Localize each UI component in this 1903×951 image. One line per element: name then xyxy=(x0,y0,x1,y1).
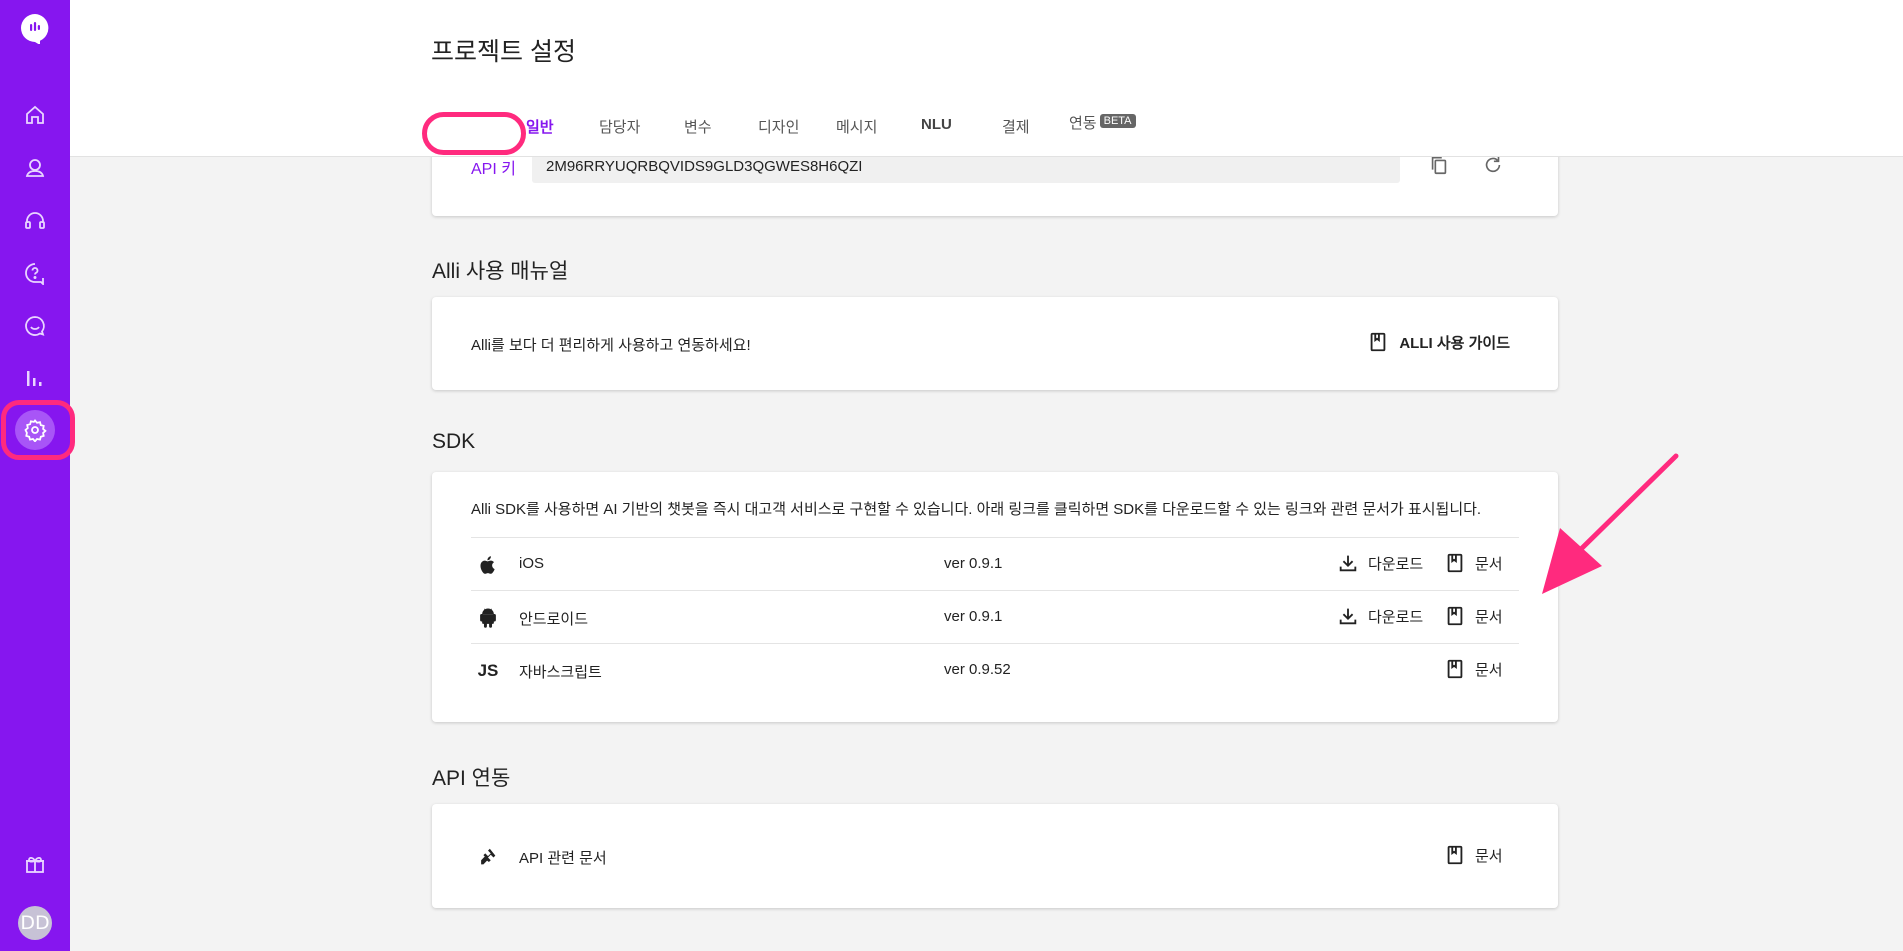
download-label: 다운로드 xyxy=(1368,608,1424,626)
download-button[interactable]: 다운로드 xyxy=(1337,552,1423,574)
android-icon xyxy=(476,606,500,630)
download-icon xyxy=(1339,555,1357,572)
alli-guide-label: ALLI 사용 가이드 xyxy=(1399,334,1510,352)
page-header: 프로젝트 설정 일반 담당자 변수 디자인 메시지 NLU 결제 연동 BETA xyxy=(70,0,1903,157)
docs-label: 문서 xyxy=(1475,661,1503,679)
sdk-section-title: SDK xyxy=(432,430,476,453)
book-icon xyxy=(1447,659,1463,679)
sdk-card: Alli SDK를 사용하면 AI 기반의 챗봇을 즉시 대고객 서비스로 구현… xyxy=(432,472,1558,722)
api-key-field[interactable]: 2M96RRYUQRBQVIDS9GLD3QGWES8H6QZI xyxy=(532,153,1400,183)
sdk-row-ios: iOS ver 0.9.1 다운로드 문서 xyxy=(471,537,1519,590)
sdk-version: ver 0.9.1 xyxy=(944,608,1003,625)
annotation-arrow xyxy=(1542,453,1679,594)
docs-button[interactable]: 문서 xyxy=(1444,605,1503,627)
tab-billing[interactable]: 결제 xyxy=(1002,116,1030,137)
sidebar: DD xyxy=(0,0,75,951)
user-icon[interactable] xyxy=(20,153,50,183)
docs-label: 문서 xyxy=(1475,555,1503,573)
tab-integration[interactable]: 연동 BETA xyxy=(1069,112,1136,133)
sdk-name: 자바스크립트 xyxy=(519,664,602,681)
sdk-name: iOS xyxy=(519,555,545,572)
book-icon xyxy=(1447,606,1463,626)
sdk-description: Alli SDK를 사용하면 AI 기반의 챗봇을 즉시 대고객 서비스로 구현… xyxy=(471,501,1482,518)
manual-section-title: Alli 사용 매뉴얼 xyxy=(432,260,569,283)
docs-label: 문서 xyxy=(1475,608,1503,626)
docs-button[interactable]: 문서 xyxy=(1444,844,1503,866)
js-icon: JS xyxy=(477,661,499,680)
docs-button[interactable]: 문서 xyxy=(1444,658,1503,680)
tab-messages[interactable]: 메시지 xyxy=(836,116,877,137)
home-icon[interactable] xyxy=(20,100,50,130)
download-icon xyxy=(1339,608,1357,625)
tab-general[interactable]: 일반 xyxy=(526,116,554,137)
page-title: 프로젝트 설정 xyxy=(431,38,576,66)
headset-icon[interactable] xyxy=(20,206,50,236)
tab-nlu[interactable]: NLU xyxy=(921,116,952,133)
docs-label: 문서 xyxy=(1475,847,1503,865)
download-button[interactable]: 다운로드 xyxy=(1337,605,1423,627)
manual-card: Alli를 보다 더 편리하게 사용하고 연동하세요! ALLI 사용 가이드 xyxy=(432,297,1558,390)
alli-logo-icon[interactable] xyxy=(19,12,51,45)
beta-badge: BETA xyxy=(1099,114,1136,128)
docs-button[interactable]: 문서 xyxy=(1444,552,1503,574)
api-key-label: API 키 xyxy=(471,161,516,178)
avatar[interactable]: DD xyxy=(18,906,52,940)
apple-icon xyxy=(476,553,500,577)
manual-text: Alli를 보다 더 편리하게 사용하고 연동하세요! xyxy=(471,337,751,354)
sdk-row-android: 안드로이드 ver 0.9.1 다운로드 문서 xyxy=(471,590,1519,643)
book-icon xyxy=(1370,332,1386,352)
tab-integration-label: 연동 xyxy=(1069,115,1097,132)
api-docs-row: API 관련 문서 문서 xyxy=(471,830,1519,883)
plug-icon xyxy=(476,845,500,869)
sdk-name: 안드로이드 xyxy=(519,611,589,628)
book-icon xyxy=(1447,845,1463,865)
help-icon[interactable] xyxy=(20,258,50,288)
api-docs-name: API 관련 문서 xyxy=(519,850,607,867)
bar-chart-icon[interactable] xyxy=(20,363,50,393)
tab-variables[interactable]: 변수 xyxy=(684,116,712,137)
tab-agents[interactable]: 담당자 xyxy=(599,116,640,137)
api-section-title: API 연동 xyxy=(432,767,511,790)
gear-icon[interactable] xyxy=(20,415,50,445)
sdk-version: ver 0.9.1 xyxy=(944,555,1003,572)
sdk-version: ver 0.9.52 xyxy=(944,661,1011,678)
tab-highlight-ring xyxy=(422,112,526,155)
chat-icon[interactable] xyxy=(20,311,50,341)
gift-icon[interactable] xyxy=(20,849,50,879)
api-card: API 관련 문서 문서 xyxy=(432,804,1558,908)
book-icon xyxy=(1447,553,1463,573)
tab-design[interactable]: 디자인 xyxy=(758,116,799,137)
sdk-row-javascript: JS 자바스크립트 ver 0.9.52 문서 xyxy=(471,643,1519,696)
download-label: 다운로드 xyxy=(1368,555,1424,573)
alli-guide-button[interactable]: ALLI 사용 가이드 xyxy=(1367,331,1510,353)
